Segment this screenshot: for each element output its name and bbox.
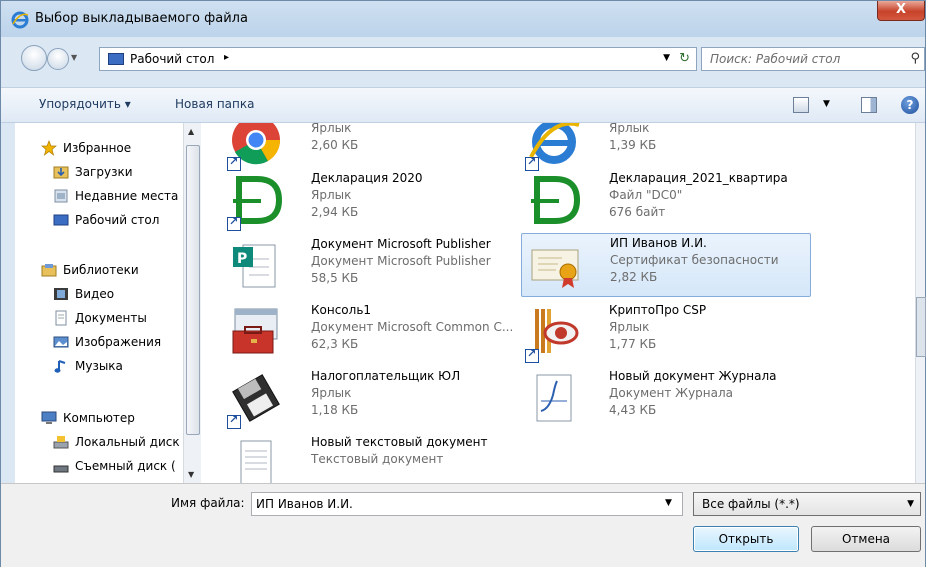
address-dropdown-icon[interactable]: ▼ — [663, 53, 670, 63]
title-bar: Выбор выкладываемого файла X — [1, 1, 925, 37]
publisher-document-icon: P — [233, 244, 276, 288]
forward-button[interactable] — [47, 48, 69, 70]
file-item-journal-document[interactable]: Новый документ Журнала Документ Журнала … — [521, 367, 811, 431]
computer-icon — [41, 411, 57, 424]
history-dropdown-icon[interactable]: ▼ — [71, 53, 85, 65]
file-item-publisher-document[interactable]: P Документ Microsoft Publisher Документ … — [223, 235, 513, 299]
filename-dropdown-icon[interactable]: ▼ — [665, 498, 672, 508]
declaration-icon — [531, 176, 581, 224]
file-item-certificate[interactable]: ИП Иванов И.И. Сертификат безопасности 2… — [521, 233, 811, 297]
new-folder-button[interactable]: Новая папка — [175, 97, 254, 111]
breadcrumb-desktop[interactable]: Рабочий стол — [130, 52, 214, 66]
navigation-scroll-thumb[interactable] — [186, 145, 200, 435]
file-list-scrollbar[interactable] — [915, 123, 926, 483]
preview-pane-icon[interactable] — [861, 97, 877, 113]
cancel-button[interactable]: Отмена — [811, 526, 921, 552]
help-icon[interactable]: ? — [901, 96, 919, 114]
file-item-cryptopro-shortcut[interactable]: КриптоПро CSP Ярлык 1,77 КБ — [521, 301, 811, 365]
removable-disk-icon — [53, 465, 69, 473]
navigation-scrollbar[interactable]: ▲ ▼ — [183, 123, 201, 483]
address-bar[interactable]: Рабочий стол ▸ ▼ ↻ — [99, 47, 697, 71]
open-button[interactable]: Открыть — [693, 526, 799, 552]
certificate-icon — [531, 249, 579, 288]
file-item-text-document[interactable]: Новый текстовый документ Текстовый докум… — [223, 433, 513, 483]
file-type-filter-value: Все файлы (*.*) — [702, 497, 800, 511]
change-view-icon[interactable] — [793, 97, 809, 113]
file-item-declaration-2021[interactable]: Декларация_2021_квартира Файл "DC0" 676 … — [521, 169, 811, 233]
command-toolbar: Упорядочить ▾ Новая папка ▼ ? — [1, 87, 925, 123]
search-input[interactable] — [710, 51, 890, 67]
file-item-ie-shortcut[interactable]: Ярлык 1,39 КБ — [521, 123, 811, 173]
internet-explorer-icon — [11, 11, 29, 29]
local-disk-icon — [53, 436, 69, 449]
shortcut-arrow-icon — [227, 413, 241, 429]
view-dropdown-icon[interactable]: ▼ — [823, 99, 830, 109]
file-item-declaration-2020[interactable]: Декларация 2020 Ярлык 2,94 КБ — [223, 169, 513, 233]
breadcrumb-chevron-icon[interactable]: ▸ — [224, 52, 229, 63]
journal-document-icon — [536, 374, 572, 422]
file-list-scroll-thumb[interactable] — [916, 297, 926, 357]
file-list: Ярлык 2,60 КБ Ярлык 1,39 КБ Декларация 2… — [201, 123, 915, 483]
shortcut-arrow-icon — [525, 347, 539, 363]
file-item-console[interactable]: Консоль1 Документ Microsoft Common C... … — [223, 301, 513, 365]
scroll-down-icon[interactable]: ▼ — [188, 470, 194, 479]
star-icon — [41, 140, 57, 156]
back-button[interactable] — [21, 45, 47, 71]
address-row: ▼ Рабочий стол ▸ ▼ ↻ ⚲ — [1, 37, 925, 87]
libraries-icon — [41, 264, 57, 277]
close-button[interactable]: X — [877, 1, 925, 21]
organize-button[interactable]: Упорядочить ▾ — [39, 97, 131, 111]
search-box[interactable]: ⚲ — [701, 47, 925, 71]
filename-label: Имя файла: — [171, 496, 245, 510]
svg-text:P: P — [237, 251, 247, 267]
filename-input[interactable] — [251, 492, 683, 516]
downloads-folder-icon — [53, 166, 69, 179]
pictures-icon — [53, 336, 69, 348]
file-open-dialog: Выбор выкладываемого файла X ▼ Рабочий с… — [0, 0, 926, 567]
music-icon — [54, 360, 66, 373]
file-item-taxpayer-shortcut[interactable]: Налогоплательщик ЮЛ Ярлык 1,18 КБ — [223, 367, 513, 431]
video-icon — [54, 288, 68, 300]
filter-dropdown-icon[interactable]: ▼ — [907, 499, 914, 509]
file-item-chrome-shortcut[interactable]: Ярлык 2,60 КБ — [223, 123, 513, 173]
refresh-icon[interactable]: ↻ — [679, 51, 690, 66]
documents-icon — [55, 310, 67, 326]
desktop-icon — [108, 53, 124, 65]
desktop-icon — [53, 214, 69, 226]
search-icon[interactable]: ⚲ — [910, 51, 920, 66]
window-title: Выбор выкладываемого файла — [35, 11, 248, 26]
recent-places-icon — [54, 189, 68, 203]
navigation-pane: Избранное Загрузки Недавние места Рабочи… — [15, 123, 201, 483]
dialog-footer: Имя файла: ▼ Все файлы (*.*) ▼ Открыть О… — [1, 483, 925, 567]
file-type-filter-select[interactable]: Все файлы (*.*) ▼ — [693, 492, 921, 516]
console-toolbox-icon — [232, 308, 278, 354]
text-document-icon — [240, 440, 272, 483]
shortcut-arrow-icon — [227, 215, 241, 231]
scroll-up-icon[interactable]: ▲ — [188, 127, 194, 136]
